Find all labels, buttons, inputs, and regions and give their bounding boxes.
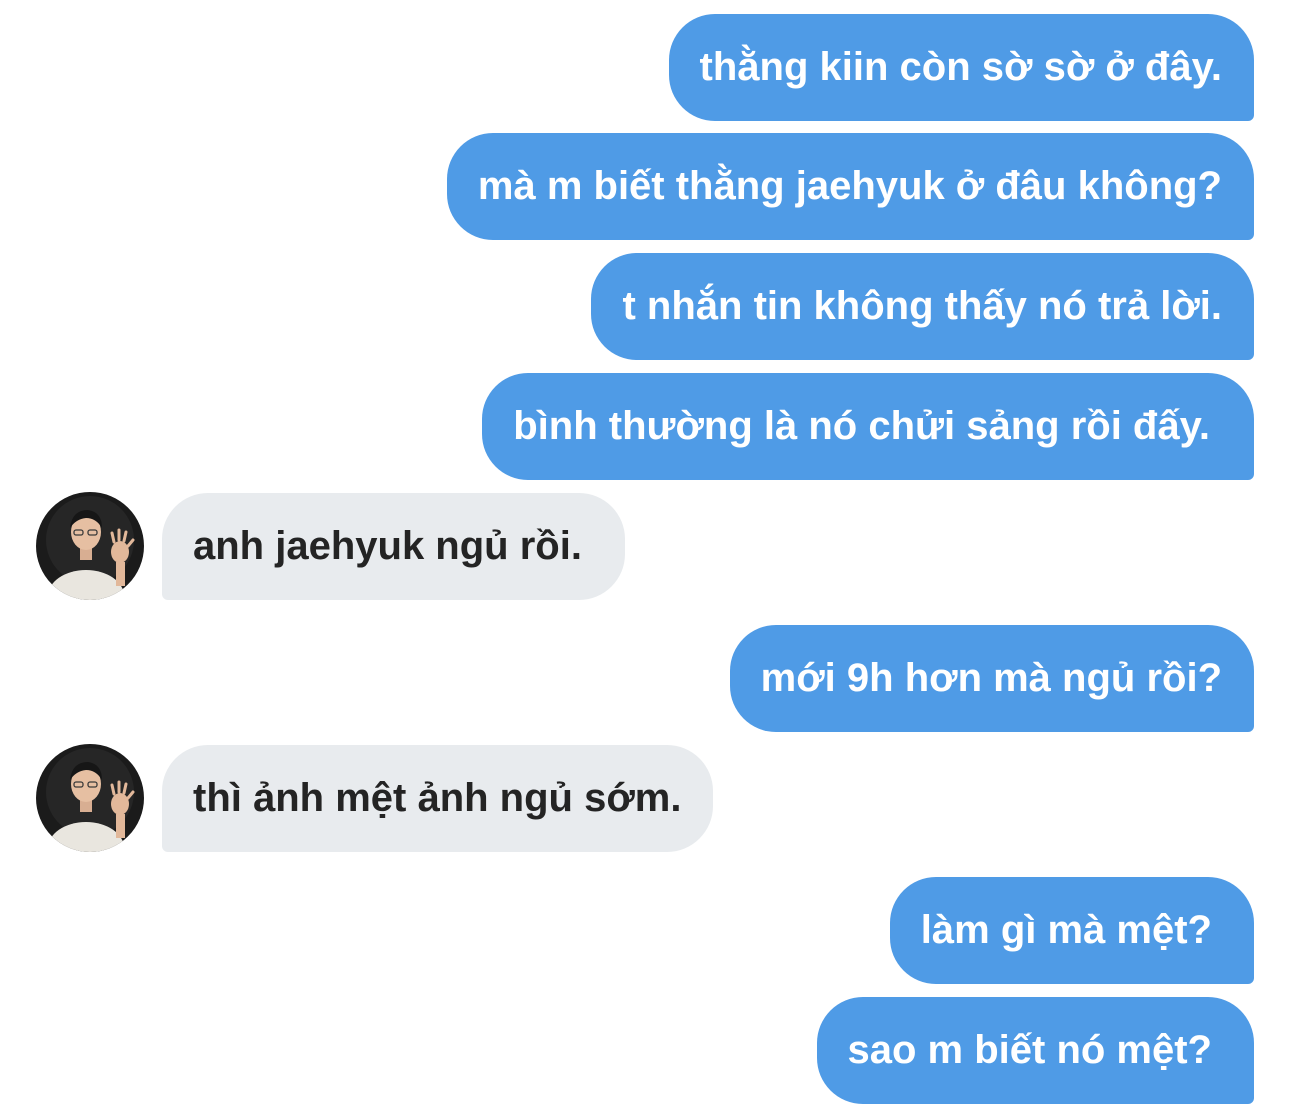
avatar-photo-icon: [36, 744, 144, 852]
sent-message-bubble[interactable]: mà m biết thằng jaehyuk ở đâu không?: [446, 133, 1254, 240]
sent-message-bubble[interactable]: bình thường là nó chửi sảng rồi đấy.: [482, 373, 1254, 480]
sent-message-bubble[interactable]: mới 9h hơn mà ngủ rồi?: [729, 625, 1254, 732]
sent-message-bubble[interactable]: làm gì mà mệt?: [889, 877, 1254, 984]
message-text: thằng kiin còn sờ sờ ở đây.: [699, 45, 1222, 89]
message-text: bình thường là nó chửi sảng rồi đấy.: [513, 404, 1210, 448]
message-thread: thằng kiin còn sờ sờ ở đây. mà m biết th…: [0, 0, 1290, 1108]
contact-avatar[interactable]: [36, 492, 144, 600]
avatar-photo-icon: [36, 492, 144, 600]
message-text: t nhắn tin không thấy nó trả lời.: [622, 284, 1222, 328]
received-message-bubble[interactable]: anh jaehyuk ngủ rồi.: [162, 493, 625, 600]
message-text: sao m biết nó mệt?: [847, 1028, 1213, 1072]
received-message-bubble[interactable]: thì ảnh mệt ảnh ngủ sớm.: [162, 745, 714, 852]
contact-avatar[interactable]: [36, 744, 144, 852]
message-text: anh jaehyuk ngủ rồi.: [193, 524, 582, 568]
sent-message-bubble[interactable]: t nhắn tin không thấy nó trả lời.: [591, 253, 1254, 360]
sent-message-bubble[interactable]: thằng kiin còn sờ sờ ở đây.: [668, 14, 1254, 121]
sent-message-bubble[interactable]: sao m biết nó mệt?: [816, 997, 1254, 1104]
message-text: mà m biết thằng jaehyuk ở đâu không?: [477, 164, 1222, 208]
message-text: thì ảnh mệt ảnh ngủ sớm.: [193, 776, 682, 820]
message-text: mới 9h hơn mà ngủ rồi?: [760, 656, 1222, 700]
message-text: làm gì mà mệt?: [920, 908, 1212, 952]
